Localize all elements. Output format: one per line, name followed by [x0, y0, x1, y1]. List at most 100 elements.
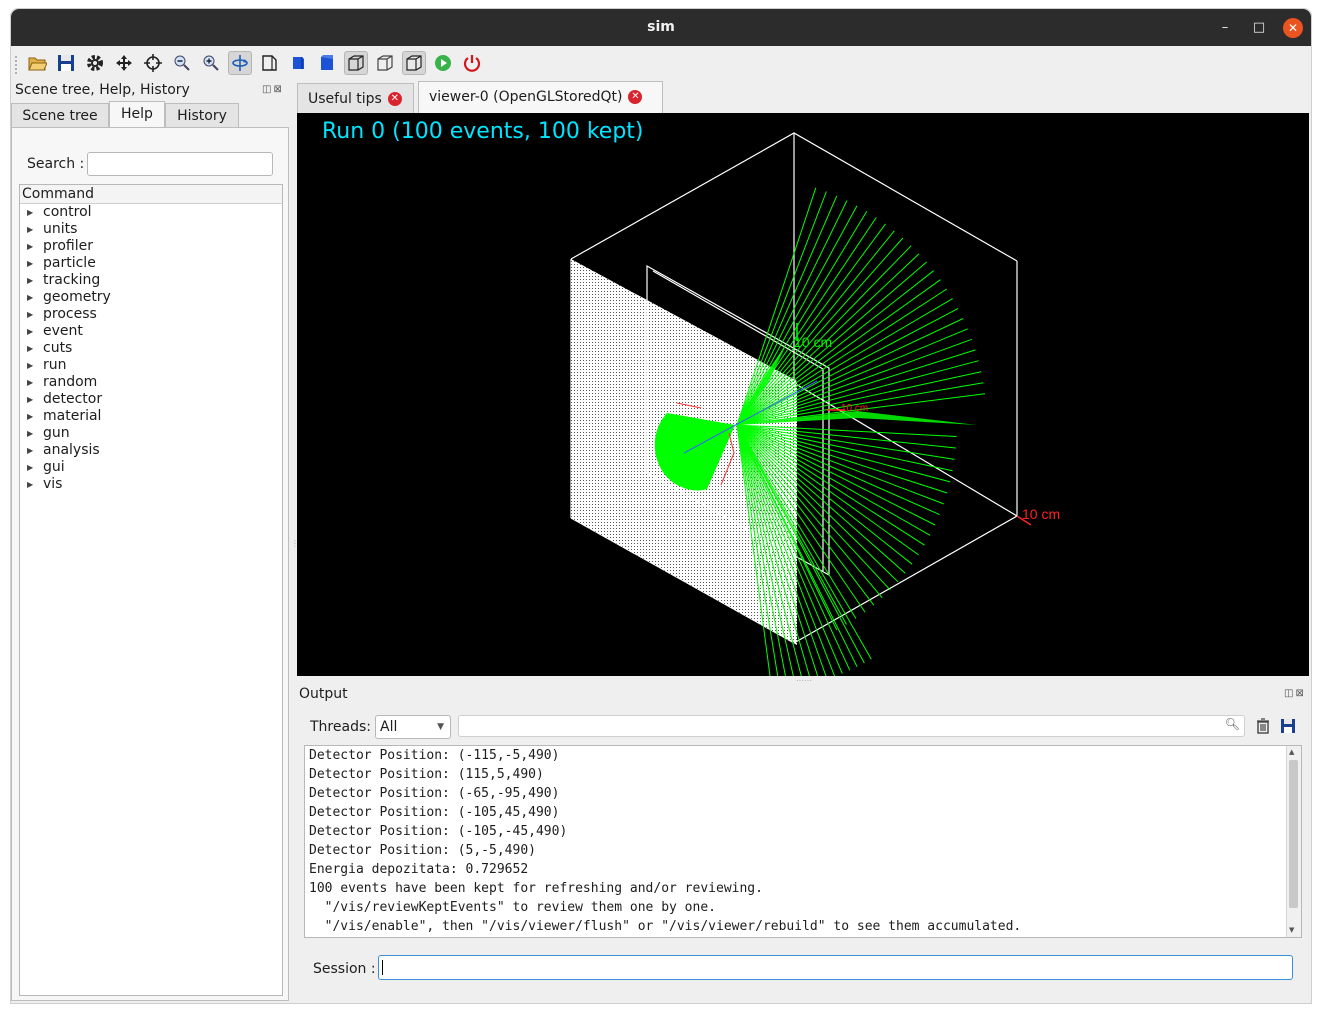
- close-tab-icon[interactable]: ✕: [387, 92, 402, 106]
- threads-select[interactable]: All ▼: [375, 715, 451, 739]
- expand-arrow-icon[interactable]: ▶: [27, 272, 33, 289]
- expand-arrow-icon[interactable]: ▶: [27, 476, 33, 493]
- tree-item-label: gun: [43, 425, 70, 441]
- expand-arrow-icon[interactable]: ▶: [27, 442, 33, 459]
- console-line: Detector Position: (-115,-5,490): [309, 748, 560, 763]
- search-label: Search :: [27, 156, 85, 172]
- minimize-button[interactable]: –: [1215, 18, 1235, 38]
- tree-item-particle[interactable]: ▶ particle: [20, 255, 282, 272]
- left-dock-buttons[interactable]: ◫⊠: [262, 84, 284, 95]
- tree-header[interactable]: Command: [20, 185, 282, 204]
- tree-item-label: analysis: [43, 442, 100, 458]
- save-icon[interactable]: [54, 51, 78, 75]
- scale-label-x: 10 cm: [1022, 506, 1060, 522]
- maximize-button[interactable]: □: [1249, 18, 1269, 38]
- tree-item-label: event: [43, 323, 83, 339]
- tree-item-label: detector: [43, 391, 103, 407]
- expand-arrow-icon[interactable]: ▶: [27, 204, 33, 221]
- surface-icon[interactable]: [402, 51, 426, 75]
- tree-items: ▶ control ▶ units ▶ profiler ▶ particle ▶ trackin…: [20, 204, 282, 493]
- tree-item-cuts[interactable]: ▶ cuts: [20, 340, 282, 357]
- tree-item-analysis[interactable]: ▶ analysis: [20, 442, 282, 459]
- zoom-in-icon[interactable]: [199, 51, 223, 75]
- open-icon[interactable]: [25, 51, 49, 75]
- tree-item-label: run: [43, 357, 67, 373]
- help-panel: Search : Command ▶ control ▶ units ▶ profiler…: [11, 127, 289, 1001]
- output-filter-input[interactable]: 🔍︎: [458, 715, 1245, 737]
- tab-scene-tree[interactable]: Scene tree: [11, 103, 109, 127]
- hidden-line-icon[interactable]: [373, 51, 397, 75]
- console-line: "/vis/reviewKeptEvents" to review them o…: [309, 900, 716, 915]
- expand-arrow-icon[interactable]: ▶: [27, 391, 33, 408]
- expand-arrow-icon[interactable]: ▶: [27, 425, 33, 442]
- tree-item-control[interactable]: ▶ control: [20, 204, 282, 221]
- tree-item-detector[interactable]: ▶ detector: [20, 391, 282, 408]
- tree-item-run[interactable]: ▶ run: [20, 357, 282, 374]
- trash-icon[interactable]: [1254, 717, 1272, 735]
- viewer-tab-bar: Useful tips ✕ viewer-0 (OpenGLStoredQt) ✕: [297, 81, 1311, 114]
- tree-item-gun[interactable]: ▶ gun: [20, 425, 282, 442]
- zoom-out-icon[interactable]: [170, 51, 194, 75]
- power-icon[interactable]: [460, 51, 484, 75]
- tab-useful-tips[interactable]: Useful tips ✕: [297, 83, 414, 113]
- console-line: Detector Position: (-105,45,490): [309, 805, 560, 820]
- tab-help[interactable]: Help: [109, 101, 165, 128]
- scroll-up-icon[interactable]: ▲: [1289, 748, 1294, 756]
- scroll-down-icon[interactable]: ▼: [1289, 926, 1294, 934]
- expand-arrow-icon[interactable]: ▶: [27, 408, 33, 425]
- solid-blue-2-icon[interactable]: [315, 51, 339, 75]
- tree-item-random[interactable]: ▶ random: [20, 374, 282, 391]
- close-button[interactable]: ✕: [1283, 18, 1303, 38]
- tree-item-label: units: [43, 221, 78, 237]
- tree-item-label: cuts: [43, 340, 73, 356]
- tree-item-material[interactable]: ▶ material: [20, 408, 282, 425]
- wireframe-icon[interactable]: [344, 51, 368, 75]
- expand-arrow-icon[interactable]: ▶: [27, 323, 33, 340]
- save-output-icon[interactable]: [1279, 717, 1297, 735]
- run-label: Run 0 (100 events, 100 kept): [322, 119, 644, 144]
- console-line: Detector Position: (-65,-95,490): [309, 786, 560, 801]
- expand-arrow-icon[interactable]: ▶: [27, 306, 33, 323]
- search-input[interactable]: [87, 152, 273, 176]
- title-bar[interactable]: sim – □ ✕: [11, 9, 1311, 46]
- tree-item-tracking[interactable]: ▶ tracking: [20, 272, 282, 289]
- settings-icon[interactable]: [83, 51, 107, 75]
- particle-track: [736, 237, 904, 426]
- tree-item-gui[interactable]: ▶ gui: [20, 459, 282, 476]
- expand-arrow-icon[interactable]: ▶: [27, 238, 33, 255]
- expand-arrow-icon[interactable]: ▶: [27, 221, 33, 238]
- tree-item-label: gui: [43, 459, 65, 475]
- expand-arrow-icon[interactable]: ▶: [27, 340, 33, 357]
- chevron-down-icon: ▼: [437, 722, 444, 732]
- output-console[interactable]: Detector Position: (-115,-5,490) Detector…: [304, 745, 1302, 938]
- tab-history[interactable]: History: [165, 103, 239, 127]
- rotate-icon[interactable]: [228, 51, 252, 75]
- tree-item-profiler[interactable]: ▶ profiler: [20, 238, 282, 255]
- tree-item-geometry[interactable]: ▶ geometry: [20, 289, 282, 306]
- expand-arrow-icon[interactable]: ▶: [27, 289, 33, 306]
- console-line: Detector Position: (5,-5,490): [309, 843, 536, 858]
- horizontal-splitter[interactable]: ⋯⋯: [796, 676, 812, 685]
- expand-arrow-icon[interactable]: ▶: [27, 459, 33, 476]
- tree-item-process[interactable]: ▶ process: [20, 306, 282, 323]
- expand-arrow-icon[interactable]: ▶: [27, 255, 33, 272]
- console-scrollbar[interactable]: ▲ ▼: [1286, 746, 1301, 937]
- tab-viewer-0[interactable]: viewer-0 (OpenGLStoredQt) ✕: [418, 81, 663, 114]
- solid-blue-icon[interactable]: [286, 51, 310, 75]
- tree-item-vis[interactable]: ▶ vis: [20, 476, 282, 493]
- expand-arrow-icon[interactable]: ▶: [27, 374, 33, 391]
- run-beam-icon[interactable]: [431, 51, 455, 75]
- scroll-thumb[interactable]: [1289, 760, 1298, 908]
- close-tab-icon[interactable]: ✕: [628, 90, 643, 104]
- pick-target-icon[interactable]: [141, 51, 165, 75]
- expand-arrow-icon[interactable]: ▶: [27, 357, 33, 374]
- tree-item-event[interactable]: ▶ event: [20, 323, 282, 340]
- session-input[interactable]: [378, 955, 1293, 980]
- toolbar-grip[interactable]: [15, 56, 20, 74]
- perspective-icon[interactable]: [257, 51, 281, 75]
- tree-item-units[interactable]: ▶ units: [20, 221, 282, 238]
- move-icon[interactable]: [112, 51, 136, 75]
- opengl-viewer[interactable]: 10 cm 10 cm 10 cm Run 0 (100 events, 100…: [297, 113, 1309, 676]
- output-dock-buttons[interactable]: ◫⊠: [1284, 688, 1306, 699]
- command-tree: Command ▶ control ▶ units ▶ profiler ▶ particle…: [19, 184, 283, 996]
